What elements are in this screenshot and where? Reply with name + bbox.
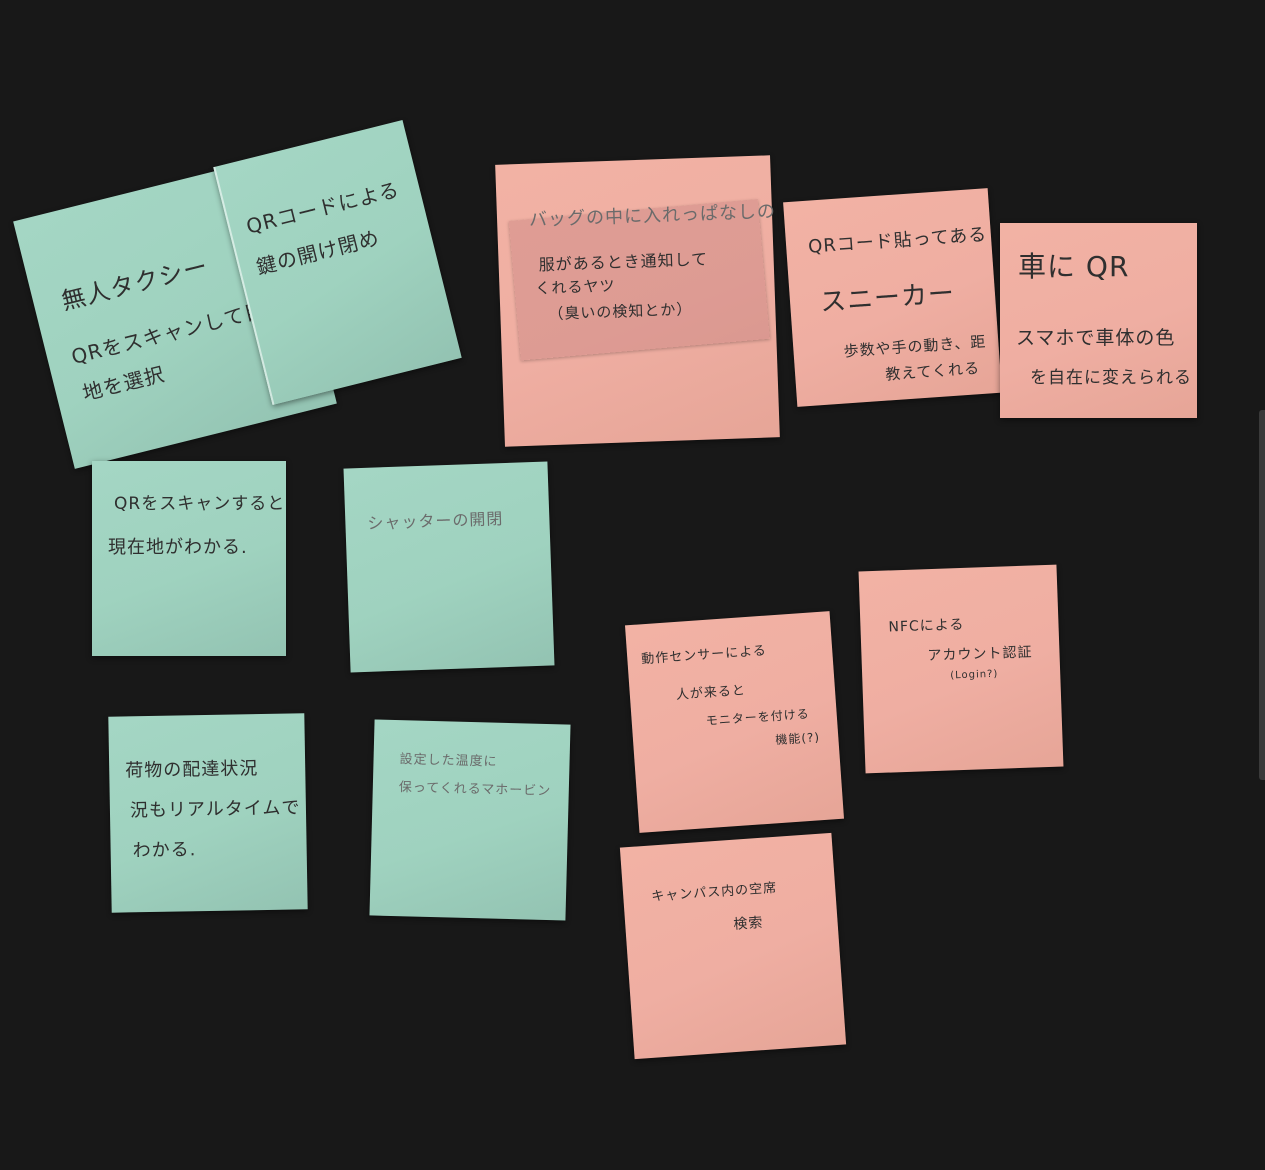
note-text-line: 歩数や手の動き、距 [843, 332, 987, 361]
note-text-line: わかる. [132, 839, 197, 862]
note-text-line: 検索 [732, 914, 765, 933]
note-text-line: モニターを付ける [705, 706, 811, 728]
note-text-line: 設定した温度に [399, 752, 498, 770]
note-text-line: 動作センサーによる [640, 643, 768, 668]
note-text-line: 現在地がわかる. [108, 537, 248, 558]
note-text-line: スマホで車体の色 [1016, 327, 1176, 349]
note-text-line: 保ってくれるマホービン [398, 780, 552, 800]
sticky-note-nfc-auth[interactable]: NFCによる アカウント認証 (Login?) [858, 564, 1064, 774]
note-text-line: QRをスキャンすると [114, 494, 286, 514]
sticky-note-campus-seats[interactable]: キャンパス内の空席 検索 [619, 832, 847, 1060]
note-text-line: 況もリアルタイムで [129, 797, 301, 822]
note-text-line: 荷物の配達状況 [125, 758, 259, 782]
note-text-line: スニーカー [819, 278, 956, 319]
side-scroll-handle[interactable] [1259, 410, 1265, 780]
note-text-line: NFCによる [888, 616, 965, 636]
note-text-line: キャンパス内の空席 [650, 880, 778, 905]
sticky-note-car-qr[interactable]: 車に QR スマホで車体の色 を自在に変えられる [1000, 223, 1197, 418]
sticky-note-thermos[interactable]: 設定した温度に 保ってくれるマホービン [369, 719, 571, 921]
note-text-line: シャッターの開閉 [367, 509, 504, 533]
sticky-note-qr-sneaker[interactable]: QRコード貼ってある スニーカー 歩数や手の動き、距 教えてくれる [783, 188, 1002, 407]
note-text-line: QRコードによる [243, 177, 402, 239]
note-text-line: くれるヤツ [535, 276, 616, 298]
sticky-note-bag-alert[interactable]: バッグの中に入れっぱなしの 服があるとき通知して くれるヤツ （臭いの検知とか） [495, 155, 780, 447]
note-text-line: アカウント認証 [927, 644, 1033, 665]
note-text-line: (Login?) [950, 668, 999, 682]
sticky-note-current-location[interactable]: QRをスキャンすると 現在地がわかる. [92, 461, 286, 656]
note-text-line: 教えてくれる [884, 359, 981, 384]
note-text-line: QRコード貼ってある [807, 224, 988, 258]
note-text-line: 機能(?) [774, 730, 821, 748]
note-text-line: を自在に変えられる [1030, 368, 1192, 388]
note-text-line: 無人タクシー [58, 252, 212, 316]
note-text-line: 人が来ると [675, 683, 747, 703]
sticky-note-delivery-status[interactable]: 荷物の配達状況 況もリアルタイムで わかる. [108, 713, 308, 913]
sticky-note-shutter[interactable]: シャッターの開閉 [343, 461, 555, 673]
sticky-note-motion-sensor[interactable]: 動作センサーによる 人が来ると モニターを付ける 機能(?) [624, 611, 845, 833]
note-text-line: 車に QR [1018, 250, 1130, 283]
sticky-note-board: 無人タクシー QRをスキャンして目的地 地を選択 QRコードによる 鍵の開け閉め… [0, 0, 1265, 1170]
